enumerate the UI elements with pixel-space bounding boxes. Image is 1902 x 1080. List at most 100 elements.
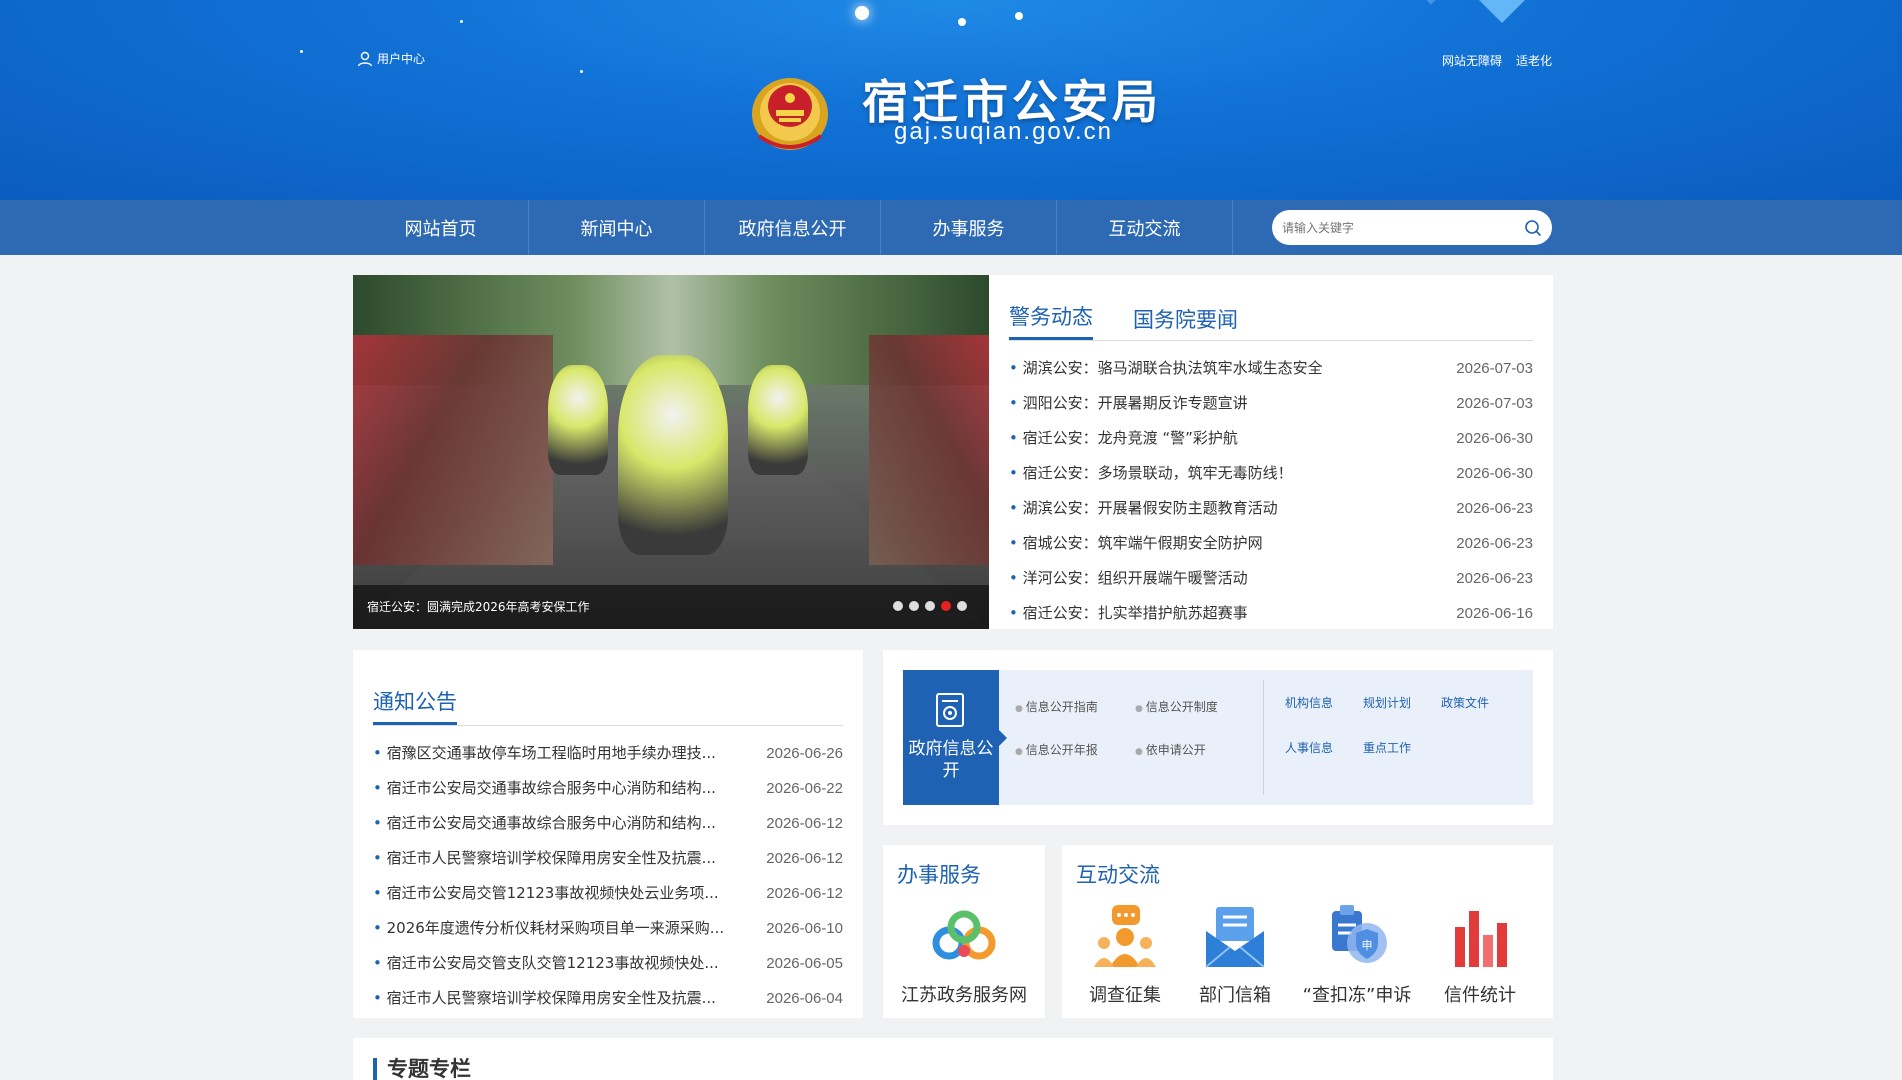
mailbox-link[interactable]: 部门信箱: [1192, 905, 1278, 1007]
list-item[interactable]: 宿迁公安：龙舟竞渡 “警”彩护航 2026-06-30: [1009, 421, 1533, 456]
gov-info-tile[interactable]: 政府信息公开: [903, 670, 1007, 805]
list-item[interactable]: 湖滨公安：开展暑假安防主题教育活动 2026-06-23: [1009, 491, 1533, 526]
list-item[interactable]: 宿迁市公安局交管12123事故视频快处云业务项... 2026-06-12: [373, 876, 843, 911]
list-item[interactable]: 宿城公安：筑牢端午假期安全防护网 2026-06-23: [1009, 526, 1533, 561]
interaction-title[interactable]: 互动交流: [1076, 859, 1539, 889]
list-item[interactable]: 宿迁公安：扎实举措护航苏超赛事 2026-06-16: [1009, 596, 1533, 631]
notice-item-title[interactable]: 2026年度遗传分析仪耗材采购项目单一来源采购...: [373, 911, 724, 946]
gov-info-tile-label: 政府信息公开: [908, 739, 994, 781]
list-item[interactable]: 泗阳公安：开展暑期反诈专题宣讲 2026-07-03: [1009, 386, 1533, 421]
list-item[interactable]: 洋河公安：组织开展端午暖警活动 2026-06-23: [1009, 561, 1533, 596]
link-disclosure-annual-report[interactable]: 信息公开年报: [1015, 741, 1135, 758]
link-disclosure-guide[interactable]: 信息公开指南: [1015, 698, 1135, 715]
news-title[interactable]: 宿迁公安：龙舟竞渡 “警”彩护航: [1009, 421, 1238, 456]
site-domain: gaj.suqian.gov.cn: [894, 118, 1114, 145]
site-header: 用户中心 网站无障碍 适老化 宿迁市公安局 gaj.suqian.gov.cn: [0, 0, 1902, 200]
document-icon: [936, 693, 964, 727]
carousel-dot-active[interactable]: [941, 601, 951, 611]
police-news-panel: 警务动态 国务院要闻 湖滨公安：骆马湖联合执法筑牢水域生态安全 2026-07-0…: [989, 275, 1553, 629]
gov-info-panel: 政府信息公开 信息公开指南 信息公开制度 信息公开年报 依申请公开 机构信息 规…: [883, 650, 1553, 825]
list-item[interactable]: 宿迁市人民警察培训学校保障用房安全性及抗震... 2026-06-04: [373, 981, 843, 1016]
link-personnel-info[interactable]: 人事信息: [1285, 739, 1363, 756]
user-center-label[interactable]: 用户中心: [377, 50, 425, 67]
notice-item-title[interactable]: 宿豫区交通事故停车场工程临时用地手续办理技...: [373, 736, 716, 771]
notice-item-date: 2026-06-12: [766, 885, 843, 902]
news-title[interactable]: 宿迁公安：扎实举措护航苏超赛事: [1009, 596, 1248, 631]
jiangsu-service-link[interactable]: 江苏政务服务网: [883, 905, 1045, 1007]
news-list: 湖滨公安：骆马湖联合执法筑牢水域生态安全 2026-07-03 泗阳公安：开展暑期…: [1009, 351, 1533, 631]
news-title[interactable]: 宿城公安：筑牢端午假期安全防护网: [1009, 526, 1263, 561]
search-box: [1272, 210, 1552, 245]
link-disclosure-on-request[interactable]: 依申请公开: [1135, 741, 1255, 758]
appeal-link[interactable]: 申 “查扣冻”申诉: [1297, 905, 1417, 1007]
list-item[interactable]: 宿迁市公安局交管支队交管12123事故视频快处... 2026-06-05: [373, 946, 843, 981]
notice-item-date: 2026-06-26: [766, 745, 843, 762]
notice-item-title[interactable]: 宿迁市公安局交通事故综合服务中心消防和结构...: [373, 771, 716, 806]
special-column-title[interactable]: 专题专栏: [373, 1058, 1533, 1080]
list-item[interactable]: 宿迁市人民警察培训学校保障用房安全性及抗震... 2026-06-12: [373, 841, 843, 876]
survey-link[interactable]: 调查征集: [1082, 905, 1168, 1007]
notice-item-title[interactable]: 宿迁市公安局交管12123事故视频快处云业务项...: [373, 876, 719, 911]
svg-text:申: 申: [1362, 939, 1373, 952]
notice-title[interactable]: 通知公告: [373, 686, 457, 725]
news-title[interactable]: 泗阳公安：开展暑期反诈专题宣讲: [1009, 386, 1248, 421]
news-title[interactable]: 宿迁公安：多场景联动，筑牢无毒防线！: [1009, 456, 1293, 491]
letter-stats-label: 信件统计: [1444, 985, 1516, 1006]
carousel-image-motorcycle: [548, 365, 608, 475]
news-title[interactable]: 湖滨公安：开展暑假安防主题教育活动: [1009, 491, 1278, 526]
star-decoration: [580, 70, 583, 73]
carousel-caption[interactable]: 宿迁公安：圆满完成2026年高考安保工作: [367, 598, 590, 615]
star-decoration: [460, 20, 463, 23]
star-decoration: [1015, 12, 1023, 20]
accessibility-link[interactable]: 网站无障碍: [1442, 52, 1502, 69]
user-icon: [357, 51, 373, 66]
notice-item-title[interactable]: 宿迁市公安局交管支队交管12123事故视频快处...: [373, 946, 719, 981]
nav-item-gov-info[interactable]: 政府信息公开: [705, 200, 881, 255]
list-item[interactable]: 宿迁市公安局交通事故综合服务中心消防和结构... 2026-06-12: [373, 806, 843, 841]
news-title[interactable]: 湖滨公安：骆马湖联合执法筑牢水域生态安全: [1009, 351, 1323, 386]
survey-people-icon: [1094, 905, 1156, 967]
search-input[interactable]: [1282, 220, 1524, 235]
police-emblem-icon: [752, 78, 828, 150]
list-item[interactable]: 宿迁公安：多场景联动，筑牢无毒防线！ 2026-06-30: [1009, 456, 1533, 491]
elderly-mode-link[interactable]: 适老化: [1516, 52, 1552, 69]
nav-item-services[interactable]: 办事服务: [881, 200, 1057, 255]
carousel-dot[interactable]: [957, 601, 967, 611]
nav-item-news[interactable]: 新闻中心: [529, 200, 705, 255]
link-org-info[interactable]: 机构信息: [1285, 694, 1363, 711]
tab-state-council-news[interactable]: 国务院要闻: [1133, 304, 1238, 340]
nav-items: 网站首页 新闻中心 政府信息公开 办事服务 互动交流: [353, 200, 1233, 255]
carousel-dot[interactable]: [909, 601, 919, 611]
link-key-work[interactable]: 重点工作: [1363, 739, 1441, 756]
services-title[interactable]: 办事服务: [897, 859, 1031, 889]
search-icon[interactable]: [1524, 219, 1542, 237]
list-item[interactable]: 宿豫区交通事故停车场工程临时用地手续办理技... 2026-06-26: [373, 736, 843, 771]
user-center-link[interactable]: 用户中心: [357, 50, 425, 67]
nav-item-home[interactable]: 网站首页: [353, 200, 529, 255]
link-disclosure-system[interactable]: 信息公开制度: [1135, 698, 1255, 715]
news-date: 2026-06-30: [1456, 430, 1533, 447]
carousel-dots: [893, 601, 967, 611]
star-decoration: [958, 18, 966, 26]
news-title[interactable]: 洋河公安：组织开展端午暖警活动: [1009, 561, 1248, 596]
gov-info-links-primary: 信息公开指南 信息公开制度 信息公开年报 依申请公开: [1015, 698, 1255, 758]
list-item[interactable]: 2026年度遗传分析仪耗材采购项目单一来源采购... 2026-06-10: [373, 911, 843, 946]
letter-stats-link[interactable]: 信件统计: [1437, 905, 1523, 1007]
link-plans[interactable]: 规划计划: [1363, 694, 1441, 711]
notice-item-title[interactable]: 宿迁市人民警察培训学校保障用房安全性及抗震...: [373, 841, 716, 876]
carousel-dot[interactable]: [925, 601, 935, 611]
notice-item-title[interactable]: 宿迁市公安局交通事故综合服务中心消防和结构...: [373, 806, 716, 841]
notice-header: 通知公告: [373, 664, 843, 726]
news-date: 2026-07-03: [1456, 360, 1533, 377]
link-policy-docs[interactable]: 政策文件: [1441, 694, 1519, 711]
notice-item-title[interactable]: 宿迁市人民警察培训学校保障用房安全性及抗震...: [373, 981, 716, 1016]
notice-item-date: 2026-06-04: [766, 990, 843, 1007]
carousel-dot[interactable]: [893, 601, 903, 611]
main-nav: 网站首页 新闻中心 政府信息公开 办事服务 互动交流: [0, 200, 1902, 255]
tab-police-news[interactable]: 警务动态: [1009, 301, 1093, 340]
special-column-panel: 专题专栏: [353, 1038, 1553, 1080]
list-item[interactable]: 湖滨公安：骆马湖联合执法筑牢水域生态安全 2026-07-03: [1009, 351, 1533, 386]
list-item[interactable]: 宿迁市公安局交通事故综合服务中心消防和结构... 2026-06-22: [373, 771, 843, 806]
news-carousel[interactable]: 宿迁公安：圆满完成2026年高考安保工作: [353, 275, 989, 629]
nav-item-interaction[interactable]: 互动交流: [1057, 200, 1233, 255]
